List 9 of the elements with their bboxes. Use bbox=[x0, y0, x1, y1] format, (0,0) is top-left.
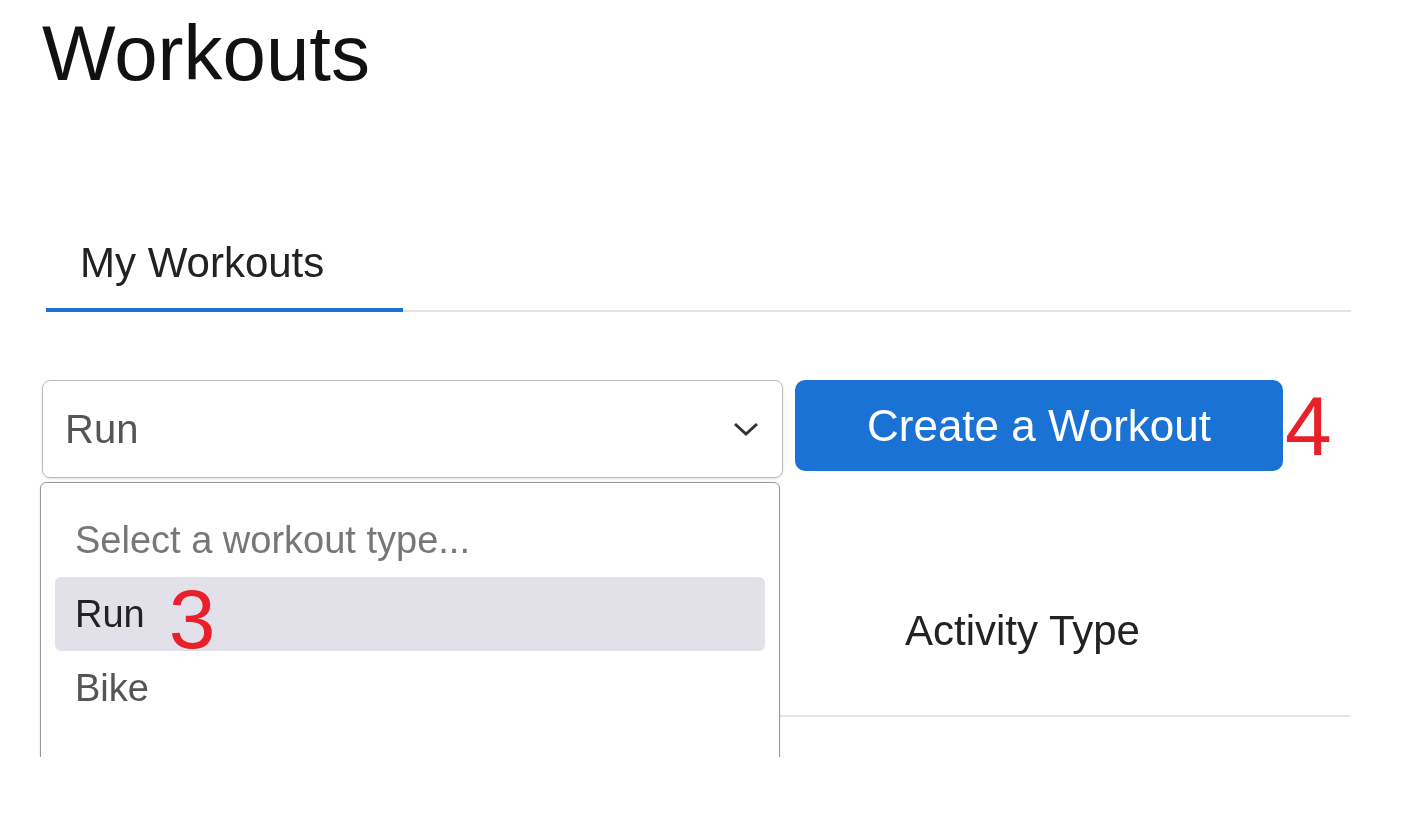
column-header: Activity Type bbox=[904, 606, 1141, 656]
annotation-number: 4 bbox=[1285, 383, 1332, 468]
workout-type-select[interactable]: Run bbox=[42, 380, 783, 478]
tab[interactable]: My Workouts bbox=[46, 242, 403, 312]
dropdown-option[interactable]: Select a workout type... bbox=[55, 503, 765, 577]
create-workout-button[interactable]: Create a Workout bbox=[795, 380, 1283, 471]
page-title: Workouts bbox=[42, 8, 370, 92]
chevron-down-icon bbox=[732, 421, 760, 437]
dropdown-option[interactable]: Run 3 bbox=[55, 577, 765, 651]
